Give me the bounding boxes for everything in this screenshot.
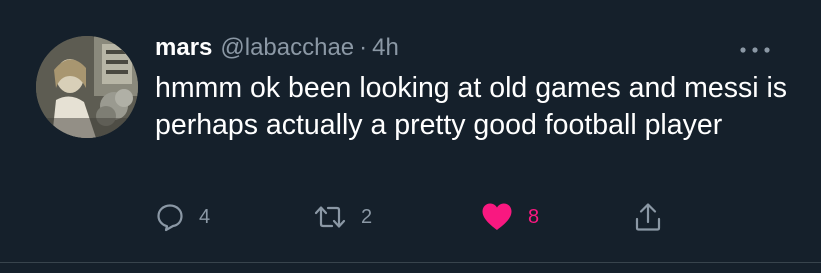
share-icon (635, 203, 661, 231)
reply-icon (157, 204, 183, 232)
display-name[interactable]: mars (155, 34, 212, 62)
reply-button[interactable]: 4 (155, 199, 210, 235)
tweet-card[interactable]: mars @labacchae · 4h hmmm ok been lookin… (0, 0, 821, 262)
retweet-icon (314, 206, 346, 228)
more-horizontal-icon (740, 47, 770, 53)
retweet-button[interactable]: 2 (313, 199, 372, 235)
more-options-button[interactable] (735, 38, 775, 62)
heart-filled-icon (482, 203, 512, 230)
tweet-header: mars @labacchae · 4h (155, 34, 399, 64)
avatar[interactable] (36, 36, 138, 138)
timestamp[interactable]: 4h (372, 34, 399, 62)
like-button[interactable]: 8 (480, 199, 539, 235)
user-handle[interactable]: @labacchae (220, 34, 354, 62)
bottom-divider (0, 262, 821, 263)
like-count: 8 (528, 205, 540, 228)
avatar-photo (36, 36, 138, 138)
retweet-count: 2 (361, 205, 373, 228)
share-button[interactable] (633, 199, 663, 235)
tweet-text: hmmm ok been looking at old games and me… (155, 72, 788, 141)
reply-count: 4 (199, 205, 211, 228)
separator-dot: · (359, 34, 368, 61)
tweet-actions: 4 2 8 (155, 199, 715, 235)
